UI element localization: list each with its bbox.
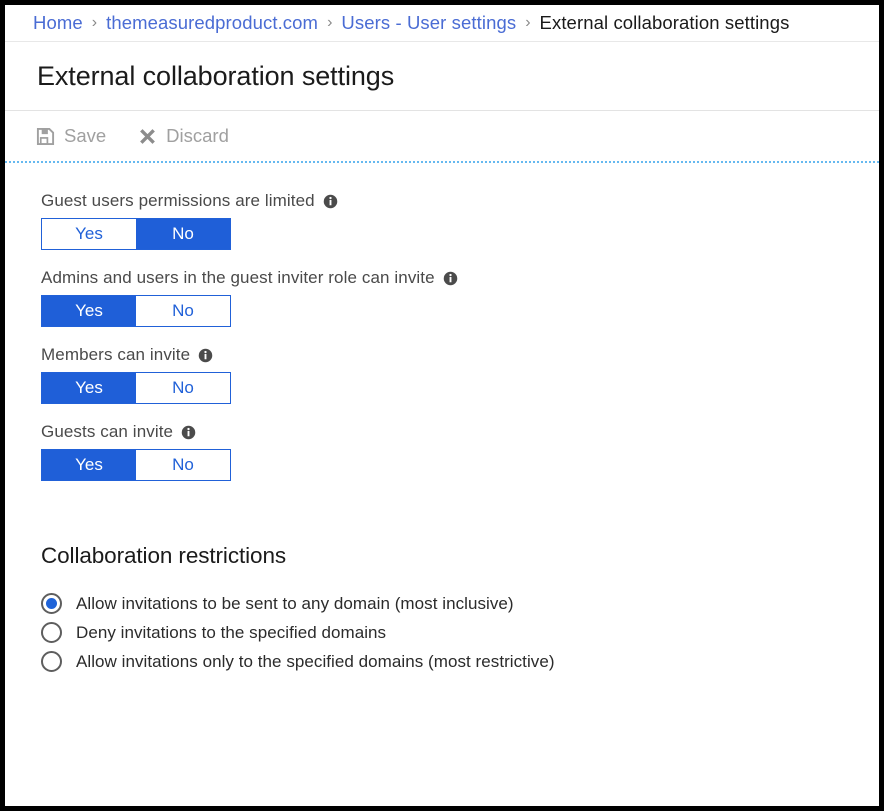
breadcrumb-separator-icon: ›: [525, 14, 531, 31]
radio-label: Allow invitations to be sent to any doma…: [76, 593, 514, 613]
setting-label-row: Guests can invite: [41, 422, 879, 442]
setting-label-text: Guests can invite: [41, 422, 174, 441]
toggle-option-yes[interactable]: Yes: [42, 373, 136, 403]
toggle-option-yes[interactable]: Yes: [42, 450, 136, 480]
save-floppy-icon: [35, 126, 56, 147]
setting-label-row: Guest users permissions are limited: [41, 191, 879, 211]
breadcrumb: Home › themeasuredproduct.com › Users - …: [5, 5, 879, 42]
toggle-option-no[interactable]: No: [136, 296, 230, 326]
radio-label: Allow invitations only to the specified …: [76, 651, 555, 671]
radio-allow-any-domain[interactable]: Allow invitations to be sent to any doma…: [41, 593, 879, 614]
toggle-option-no[interactable]: No: [136, 373, 230, 403]
azure-portal-blade: Home › themeasuredproduct.com › Users - …: [5, 5, 879, 806]
toggle-option-no[interactable]: No: [136, 219, 230, 249]
toggle-option-yes[interactable]: Yes: [42, 296, 136, 326]
collaboration-restrictions-radio-group: Allow invitations to be sent to any doma…: [41, 593, 879, 672]
collaboration-restrictions-title: Collaboration restrictions: [41, 543, 287, 568]
breadcrumb-item-current: External collaboration settings: [539, 12, 790, 33]
info-icon[interactable]: [443, 271, 458, 286]
toggle-guest-users-permissions[interactable]: Yes No: [41, 218, 231, 250]
radio-mark-icon: [41, 593, 62, 614]
setting-label-row: Admins and users in the guest inviter ro…: [41, 268, 879, 288]
setting-admins-and-guest-inviters-can-invite: Admins and users in the guest inviter ro…: [41, 268, 879, 327]
save-button-label: Save: [64, 125, 107, 146]
setting-label-text: Admins and users in the guest inviter ro…: [41, 268, 435, 287]
setting-label-text: Members can invite: [41, 345, 191, 364]
setting-guest-users-permissions: Guest users permissions are limited Yes …: [41, 191, 879, 250]
breadcrumb-separator-icon: ›: [91, 14, 98, 31]
settings-content: Guest users permissions are limited Yes …: [5, 163, 879, 672]
info-icon[interactable]: [181, 425, 196, 440]
breadcrumb-item-tenant[interactable]: themeasuredproduct.com: [106, 12, 318, 34]
info-icon[interactable]: [198, 348, 213, 363]
radio-mark-icon: [41, 622, 62, 643]
discard-button[interactable]: Discard: [137, 125, 229, 147]
radio-deny-specified-domains[interactable]: Deny invitations to the specified domain…: [41, 622, 879, 643]
info-icon[interactable]: [323, 194, 338, 209]
toggle-admins-can-invite[interactable]: Yes No: [41, 295, 231, 327]
command-bar: Save Discard: [5, 111, 879, 163]
radio-allow-only-specified-domains[interactable]: Allow invitations only to the specified …: [41, 651, 879, 672]
close-x-icon: [137, 126, 158, 147]
setting-label-row: Members can invite: [41, 345, 879, 365]
save-button[interactable]: Save: [35, 125, 106, 147]
breadcrumb-separator-icon: ›: [327, 14, 333, 31]
breadcrumb-item-home[interactable]: Home: [33, 12, 83, 34]
breadcrumb-item-user-settings[interactable]: Users - User settings: [341, 12, 516, 34]
discard-button-label: Discard: [166, 125, 229, 146]
toggle-option-no[interactable]: No: [136, 450, 230, 480]
toggle-option-yes[interactable]: Yes: [42, 219, 136, 249]
toggle-guests-can-invite[interactable]: Yes No: [41, 449, 231, 481]
toggle-members-can-invite[interactable]: Yes No: [41, 372, 231, 404]
radio-mark-icon: [41, 651, 62, 672]
radio-label: Deny invitations to the specified domain…: [76, 622, 387, 642]
page-title: External collaboration settings: [37, 60, 395, 91]
screenshot-frame: Home › themeasuredproduct.com › Users - …: [0, 0, 884, 811]
setting-members-can-invite: Members can invite Yes No: [41, 345, 879, 404]
setting-label-text: Guest users permissions are limited: [41, 191, 315, 210]
page-header: External collaboration settings: [5, 42, 879, 111]
setting-guests-can-invite: Guests can invite Yes No: [41, 422, 879, 481]
